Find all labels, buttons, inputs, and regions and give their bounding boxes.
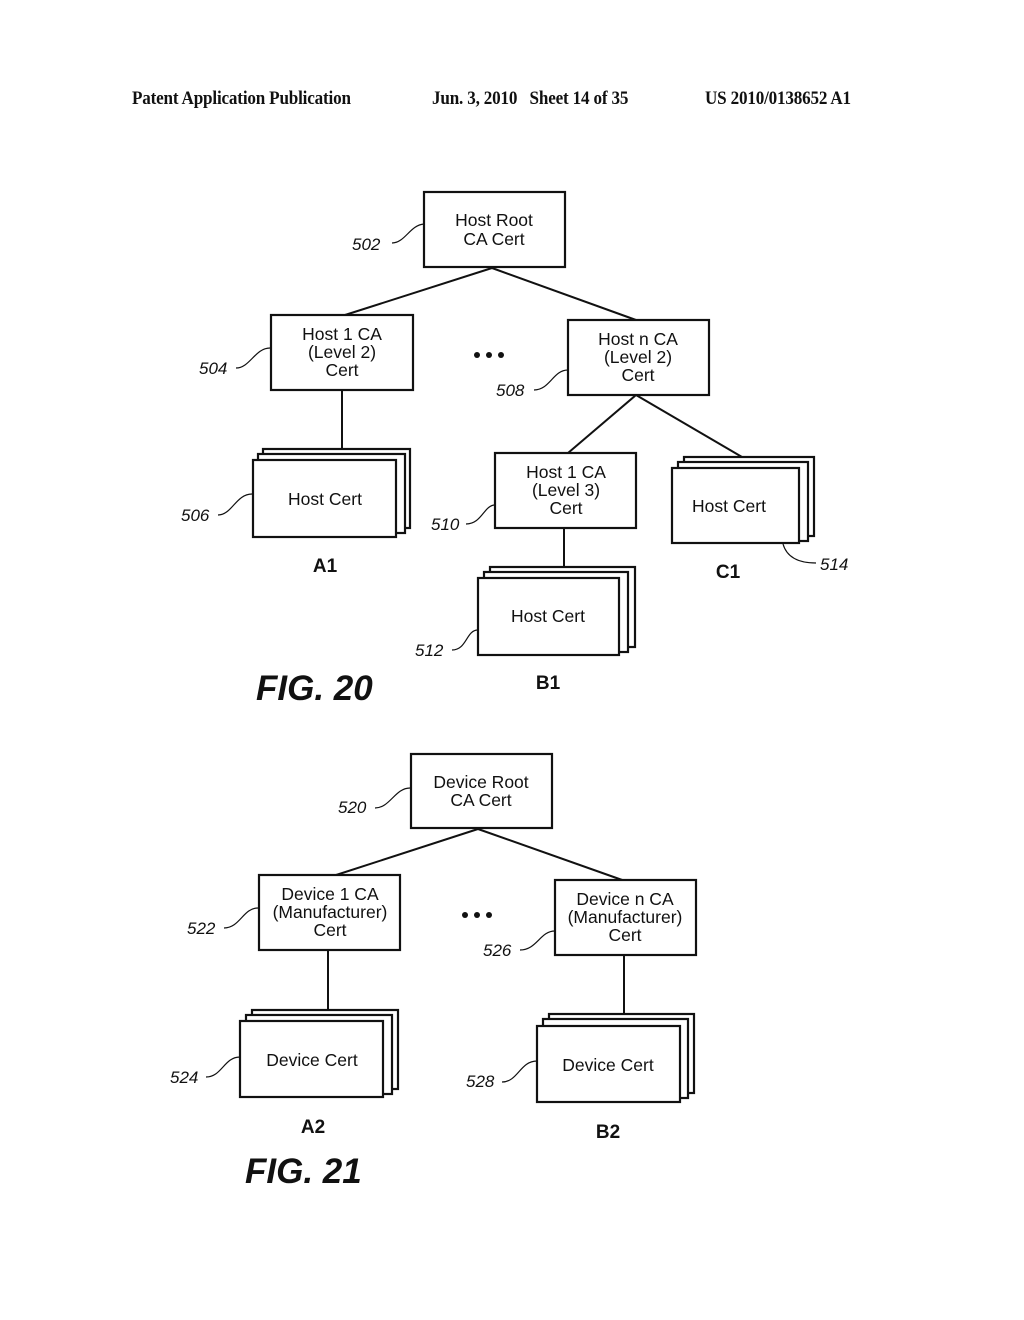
leader-line <box>519 930 556 951</box>
node-label: Cert <box>621 365 654 385</box>
hostn-ca-level2-node: Host n CA (Level 2) Cert <box>566 318 711 397</box>
device-cert-stack-b2: Device Cert <box>535 1012 696 1104</box>
ref-526: 526 <box>483 941 512 960</box>
node-label: Device n CA <box>576 889 674 909</box>
leader-line <box>501 1060 538 1083</box>
node-label: Host Root <box>455 210 533 230</box>
node-label: (Manufacturer) <box>273 902 388 922</box>
edge-root-host1 <box>344 267 493 316</box>
node-label: CA Cert <box>450 790 511 810</box>
host1-ca-level3-node: Host 1 CA (Level 3) Cert <box>493 451 638 530</box>
host-cert-stack-c1: Host Cert <box>670 455 816 545</box>
ellipsis-dots <box>474 352 504 358</box>
node-label: (Level 2) <box>604 347 672 367</box>
devicen-ca-manufacturer-node: Device n CA (Manufacturer) Cert <box>553 878 698 957</box>
leader-line <box>374 787 411 809</box>
node-label: Device 1 CA <box>281 884 379 904</box>
edge-root-device1 <box>332 828 479 877</box>
node-label: Cert <box>608 925 641 945</box>
host-cert-stack-a1: Host Cert <box>251 447 412 539</box>
leader-line <box>205 1056 241 1078</box>
node-label: Device Cert <box>266 1050 358 1070</box>
leader-line <box>391 223 425 244</box>
edge-hostn-l3 <box>567 394 637 454</box>
node-label: (Manufacturer) <box>568 907 683 927</box>
node-label: Host 1 CA <box>526 462 606 482</box>
ref-528: 528 <box>466 1072 495 1091</box>
leader-line <box>235 347 271 369</box>
ref-510: 510 <box>431 515 460 534</box>
host-root-ca-node: Host Root CA Cert <box>422 190 567 269</box>
group-label-a2: A2 <box>301 1117 325 1138</box>
leader-line <box>533 369 569 391</box>
leader-line <box>451 629 479 651</box>
group-label-c1: C1 <box>716 562 741 583</box>
ref-520: 520 <box>338 798 367 817</box>
ref-522: 522 <box>187 919 216 938</box>
node-label: Cert <box>549 498 582 518</box>
node-label: Cert <box>325 360 358 380</box>
ref-508: 508 <box>496 381 525 400</box>
leader-line <box>782 543 817 564</box>
node-label: (Level 3) <box>532 480 600 500</box>
node-label: (Level 2) <box>308 342 376 362</box>
fig21: Device Root CA Cert 520 Device 1 CA (Man… <box>170 752 698 1191</box>
node-label: Device Root <box>433 772 528 792</box>
leader-line <box>465 504 496 525</box>
edge-root-devicen <box>477 828 626 882</box>
node-label: Device Cert <box>562 1055 654 1075</box>
node-label: Host 1 CA <box>302 324 382 344</box>
node-label: CA Cert <box>463 229 524 249</box>
ref-524: 524 <box>170 1068 198 1087</box>
group-label-b1: B1 <box>536 673 561 694</box>
edge-root-hostn <box>491 267 637 321</box>
figure-caption-20: FIG. 20 <box>256 669 373 708</box>
fig20: Host Root CA Cert 502 Host 1 CA (Level 2… <box>181 190 848 708</box>
device1-ca-manufacturer-node: Device 1 CA (Manufacturer) Cert <box>257 873 402 952</box>
node-label: Host Cert <box>288 489 362 509</box>
node-label: Host Cert <box>692 496 766 516</box>
ref-506: 506 <box>181 506 210 525</box>
device-cert-stack-a2: Device Cert <box>238 1008 400 1099</box>
leader-line <box>217 493 253 516</box>
node-label: Cert <box>313 920 346 940</box>
leader-line <box>223 907 259 929</box>
node-label: Host Cert <box>511 606 585 626</box>
host-cert-stack-b1: Host Cert <box>476 565 637 657</box>
device-root-ca-node: Device Root CA Cert <box>409 752 554 830</box>
certificate-hierarchy-diagrams: Host Root CA Cert 502 Host 1 CA (Level 2… <box>170 190 848 1191</box>
ref-512: 512 <box>415 641 444 660</box>
figure-caption-21: FIG. 21 <box>245 1152 362 1191</box>
ref-502: 502 <box>352 235 381 254</box>
group-label-a1: A1 <box>313 556 338 577</box>
ref-504: 504 <box>199 359 227 378</box>
node-label: Host n CA <box>598 329 678 349</box>
host1-ca-level2-node: Host 1 CA (Level 2) Cert <box>269 313 415 392</box>
ref-514: 514 <box>820 555 848 574</box>
edge-hostn-c1 <box>635 394 743 458</box>
ellipsis-dots <box>462 912 492 918</box>
group-label-b2: B2 <box>596 1122 620 1143</box>
